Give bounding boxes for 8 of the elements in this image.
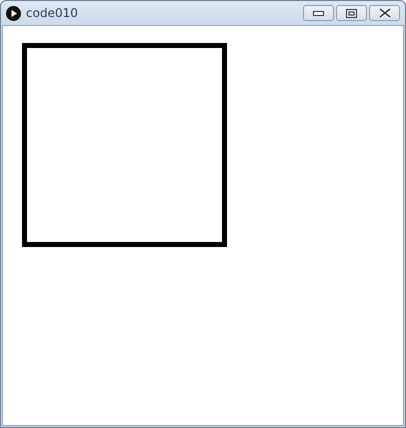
close-button[interactable] <box>369 5 400 21</box>
minimize-icon <box>313 10 324 16</box>
minimize-button[interactable] <box>303 5 334 21</box>
close-icon <box>378 8 390 18</box>
play-icon <box>6 6 21 20</box>
window-title: code010 <box>26 6 79 20</box>
maximize-icon <box>346 8 357 18</box>
maximize-button[interactable] <box>336 5 367 21</box>
